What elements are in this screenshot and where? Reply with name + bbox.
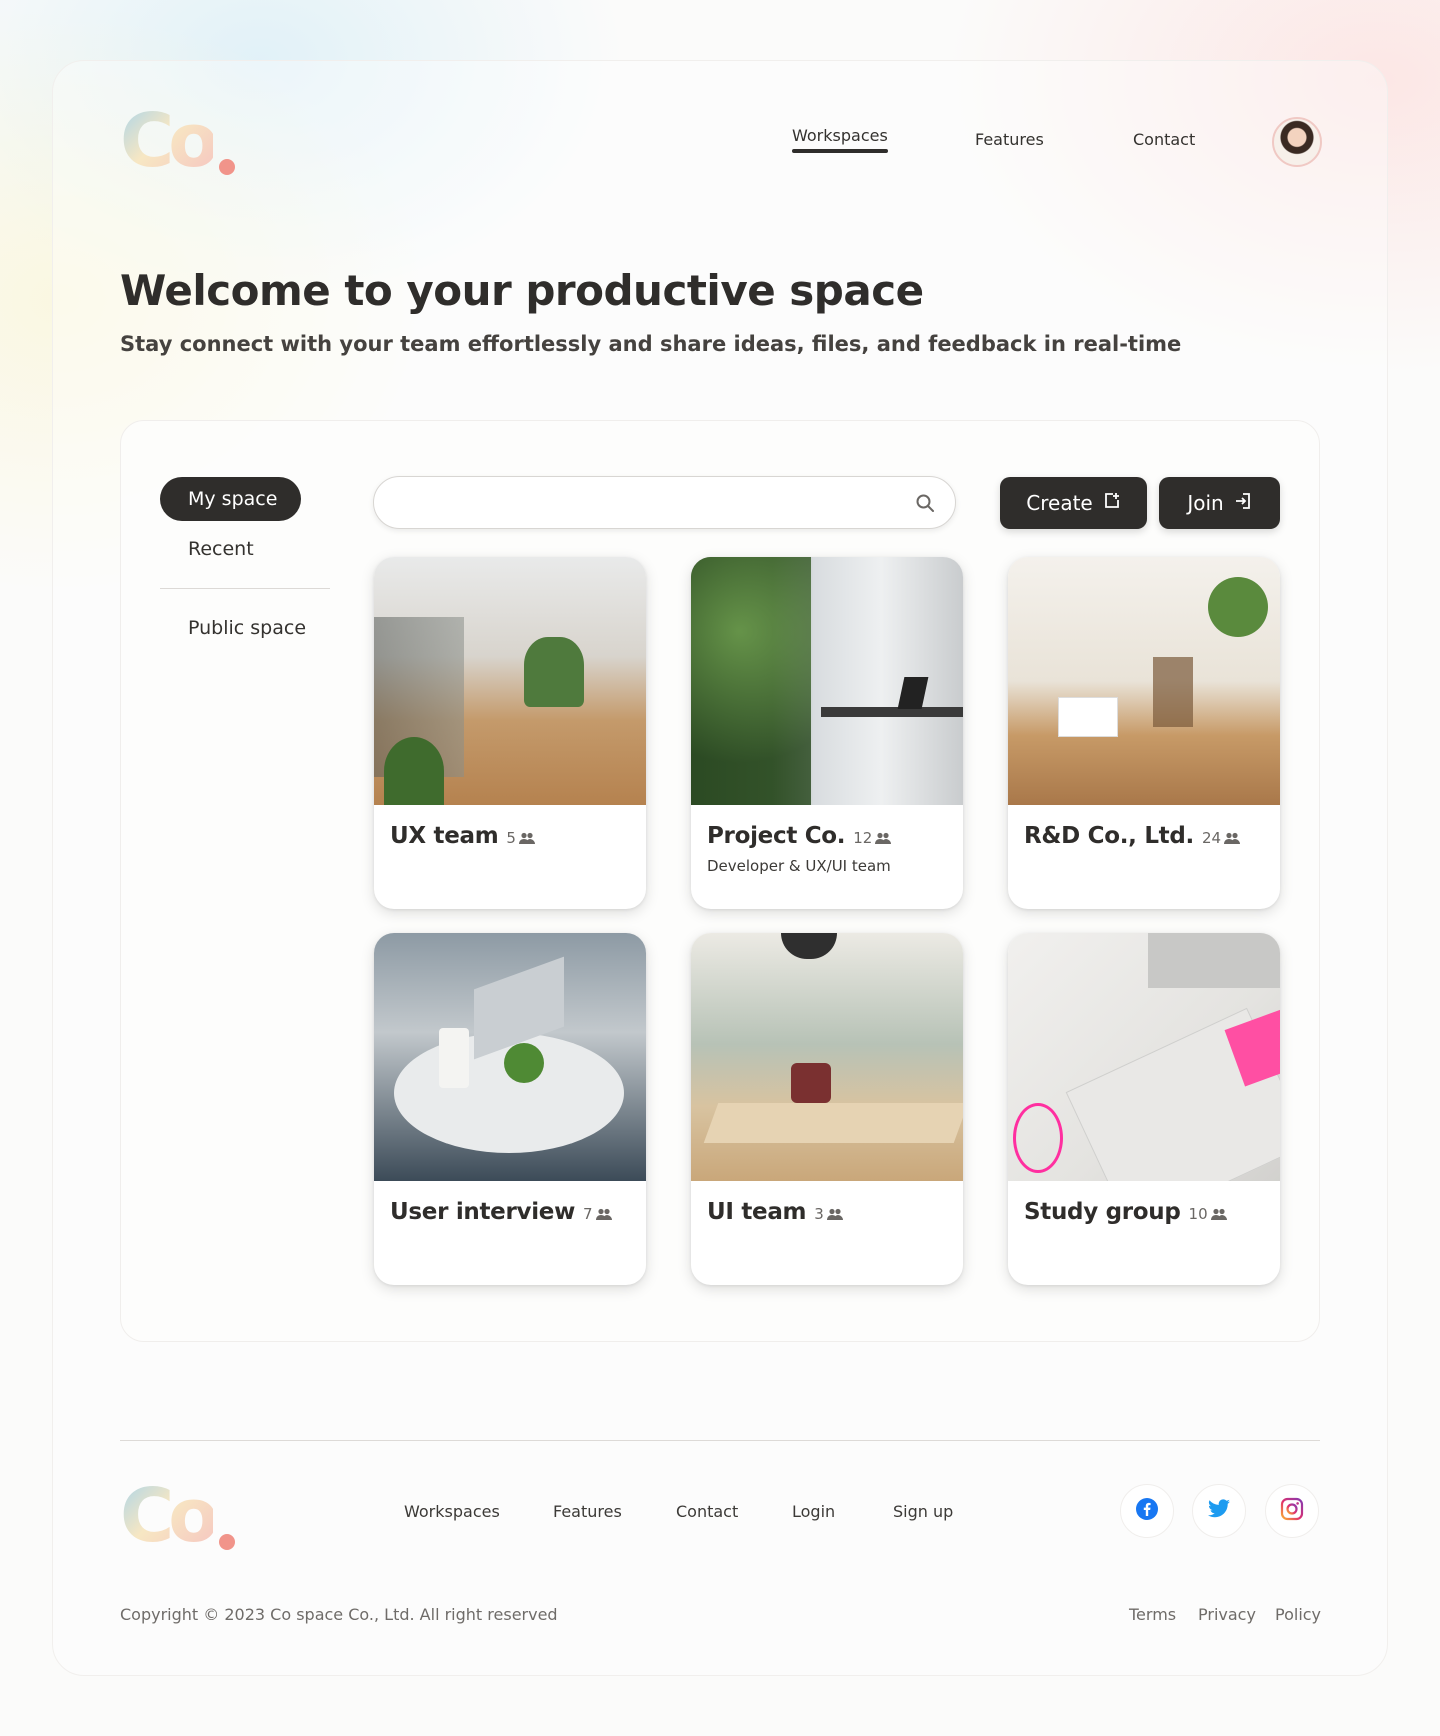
twitter-button[interactable] — [1192, 1484, 1246, 1538]
members-icon — [518, 832, 535, 844]
footer-link-features[interactable]: Features — [553, 1502, 622, 1521]
footer-link-workspaces[interactable]: Workspaces — [404, 1502, 500, 1521]
workspace-card[interactable]: Project Co. 12 Developer & UX/UI team — [691, 557, 963, 909]
search-icon[interactable] — [915, 493, 935, 517]
create-button[interactable]: Create — [1000, 477, 1147, 529]
card-title: Project Co. — [707, 823, 846, 849]
workspace-card[interactable]: UI team 3 — [691, 933, 963, 1285]
footer-link-signup[interactable]: Sign up — [893, 1502, 953, 1521]
workspace-card[interactable]: User interview 7 — [374, 933, 646, 1285]
facebook-icon — [1135, 1497, 1159, 1525]
avatar[interactable] — [1272, 117, 1322, 167]
instagram-icon — [1280, 1497, 1304, 1525]
twitter-icon — [1207, 1498, 1231, 1524]
footer-link-privacy[interactable]: Privacy — [1198, 1605, 1256, 1624]
member-count: 7 — [583, 1205, 612, 1223]
office-lounge-photo — [374, 557, 646, 805]
sidebar-item-recent[interactable]: Recent — [188, 538, 254, 560]
member-count: 5 — [506, 829, 535, 847]
join-button[interactable]: Join — [1159, 477, 1280, 529]
footer-link-contact[interactable]: Contact — [676, 1502, 738, 1521]
logo-text: Co — [120, 98, 219, 184]
footer-logo[interactable]: Co — [120, 1473, 236, 1559]
workspace-card[interactable]: UX team 5 — [374, 557, 646, 909]
members-icon — [875, 832, 892, 844]
nav-contact[interactable]: Contact — [1133, 130, 1195, 149]
member-count: 10 — [1189, 1205, 1227, 1223]
card-description: Developer & UX/UI team — [707, 857, 891, 875]
sidebar-item-my-space[interactable]: My space — [160, 477, 301, 521]
join-button-label: Join — [1187, 491, 1224, 515]
page-title: Welcome to your productive space — [120, 266, 924, 315]
card-title: R&D Co., Ltd. — [1024, 823, 1194, 849]
search-input[interactable] — [373, 476, 956, 529]
footer-logo-dot — [219, 1534, 236, 1550]
sidebar-item-public-space[interactable]: Public space — [188, 617, 306, 639]
logo-dot — [219, 159, 236, 175]
join-icon — [1234, 491, 1252, 515]
footer-logo-text: Co — [120, 1473, 219, 1559]
card-title: UI team — [707, 1199, 807, 1225]
members-icon — [1210, 1208, 1227, 1220]
bright-hallway-photo — [1008, 557, 1280, 805]
copyright: Copyright © 2023 Co space Co., Ltd. All … — [120, 1605, 558, 1624]
members-icon — [1224, 832, 1241, 844]
footer-divider — [120, 1440, 1320, 1441]
sidebar-divider — [160, 588, 330, 589]
facebook-button[interactable] — [1120, 1484, 1174, 1538]
logo[interactable]: Co — [120, 98, 236, 184]
page-subtitle: Stay connect with your team effortlessly… — [120, 332, 1182, 356]
members-icon — [595, 1208, 612, 1220]
footer-link-policy[interactable]: Policy — [1275, 1605, 1321, 1624]
member-count: 3 — [814, 1205, 843, 1223]
coworking-room-photo — [691, 933, 963, 1181]
window-desk-plants-photo — [691, 557, 963, 805]
create-button-label: Create — [1026, 491, 1093, 515]
planner-sticky-notes-photo — [1008, 933, 1280, 1181]
nav-features[interactable]: Features — [975, 130, 1044, 149]
workspace-card[interactable]: Study group 10 — [1008, 933, 1280, 1285]
member-count: 24 — [1202, 829, 1241, 847]
card-title: UX team — [390, 823, 499, 849]
footer-link-terms[interactable]: Terms — [1129, 1605, 1176, 1624]
instagram-button[interactable] — [1265, 1484, 1319, 1538]
laptops-coffee-table-photo — [374, 933, 646, 1181]
card-title: User interview — [390, 1199, 576, 1225]
footer-link-login[interactable]: Login — [792, 1502, 835, 1521]
card-title: Study group — [1024, 1199, 1181, 1225]
nav-workspaces[interactable]: Workspaces — [792, 126, 888, 153]
create-icon — [1103, 491, 1121, 515]
members-icon — [826, 1208, 843, 1220]
member-count: 12 — [853, 829, 892, 847]
workspace-card[interactable]: R&D Co., Ltd. 24 — [1008, 557, 1280, 909]
